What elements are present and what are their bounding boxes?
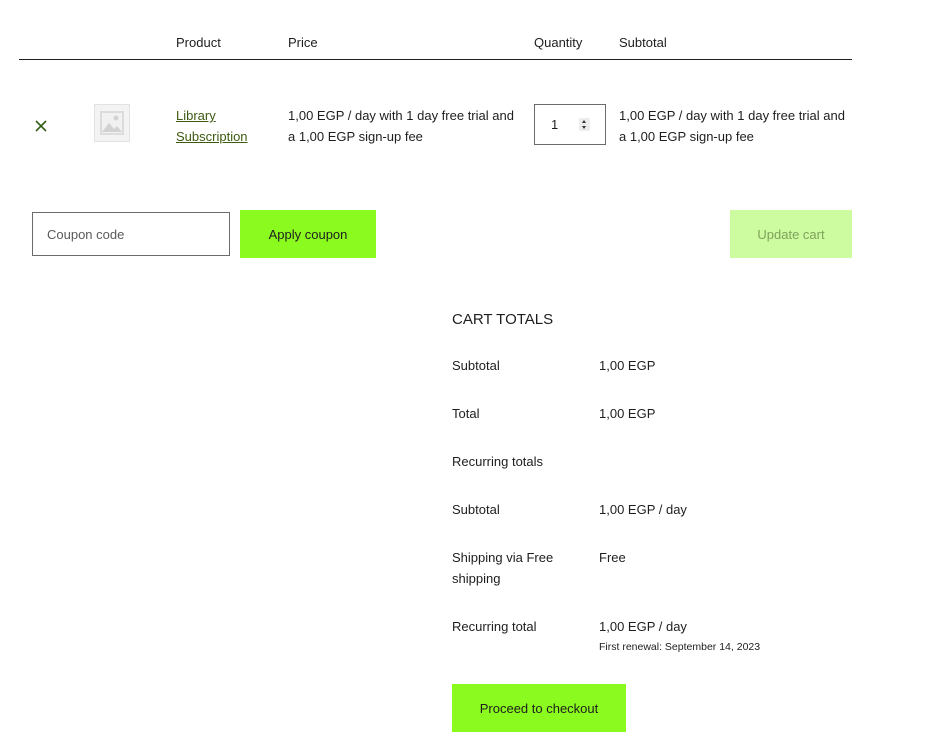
update-cart-button[interactable]: Update cart [730,210,852,258]
first-renewal-date: First renewal: September 14, 2023 [599,641,761,653]
product-name-line: Library [176,108,216,123]
column-header-subtotal: Subtotal [619,35,667,50]
recurring-total-value: 1,00 EGP / day [599,619,687,634]
column-header-price: Price [288,35,318,50]
apply-coupon-button[interactable]: Apply coupon [240,210,376,258]
shipping-value: Free [599,550,626,565]
product-subtotal: 1,00 EGP / day with 1 day free trial and… [619,105,855,147]
recurring-totals-heading: Recurring totals [452,454,544,469]
subtotal-value: 1,00 EGP [599,358,656,373]
shipping-label-line: shipping [452,571,501,586]
cart-totals-title: CART TOTALS [452,311,554,328]
price-line: 1,00 EGP / day with 1 day free trial and [288,108,514,123]
total-label: Total [452,406,480,421]
shipping-label-line: Shipping via Free [452,550,554,565]
shipping-label: Shipping via Free shipping [452,547,572,589]
quantity-value: 1 [551,117,559,132]
proceed-to-checkout-button[interactable]: Proceed to checkout [452,684,626,732]
product-name-line: Subscription [176,129,248,144]
total-value: 1,00 EGP [599,406,656,421]
spinner-arrows-icon[interactable] [579,118,590,131]
subtotal-line: a 1,00 EGP sign-up fee [619,129,754,144]
recurring-subtotal-value: 1,00 EGP / day [599,502,687,517]
product-price: 1,00 EGP / day with 1 day free trial and… [288,105,524,147]
recurring-total-label: Recurring total [452,619,537,634]
quantity-stepper[interactable]: 1 [534,104,606,145]
price-line: a 1,00 EGP sign-up fee [288,129,423,144]
close-icon [35,120,47,132]
product-thumbnail[interactable] [94,104,130,142]
remove-item-button[interactable] [34,118,48,134]
column-header-quantity: Quantity [534,35,583,50]
header-divider [19,59,852,60]
recurring-subtotal-label: Subtotal [452,502,500,517]
subtotal-label: Subtotal [452,358,500,373]
product-name-link[interactable]: Library Subscription [176,105,276,147]
image-placeholder-icon [94,104,130,142]
coupon-code-input[interactable] [32,212,230,256]
column-header-product: Product [176,35,221,50]
subtotal-line: 1,00 EGP / day with 1 day free trial and [619,108,845,123]
